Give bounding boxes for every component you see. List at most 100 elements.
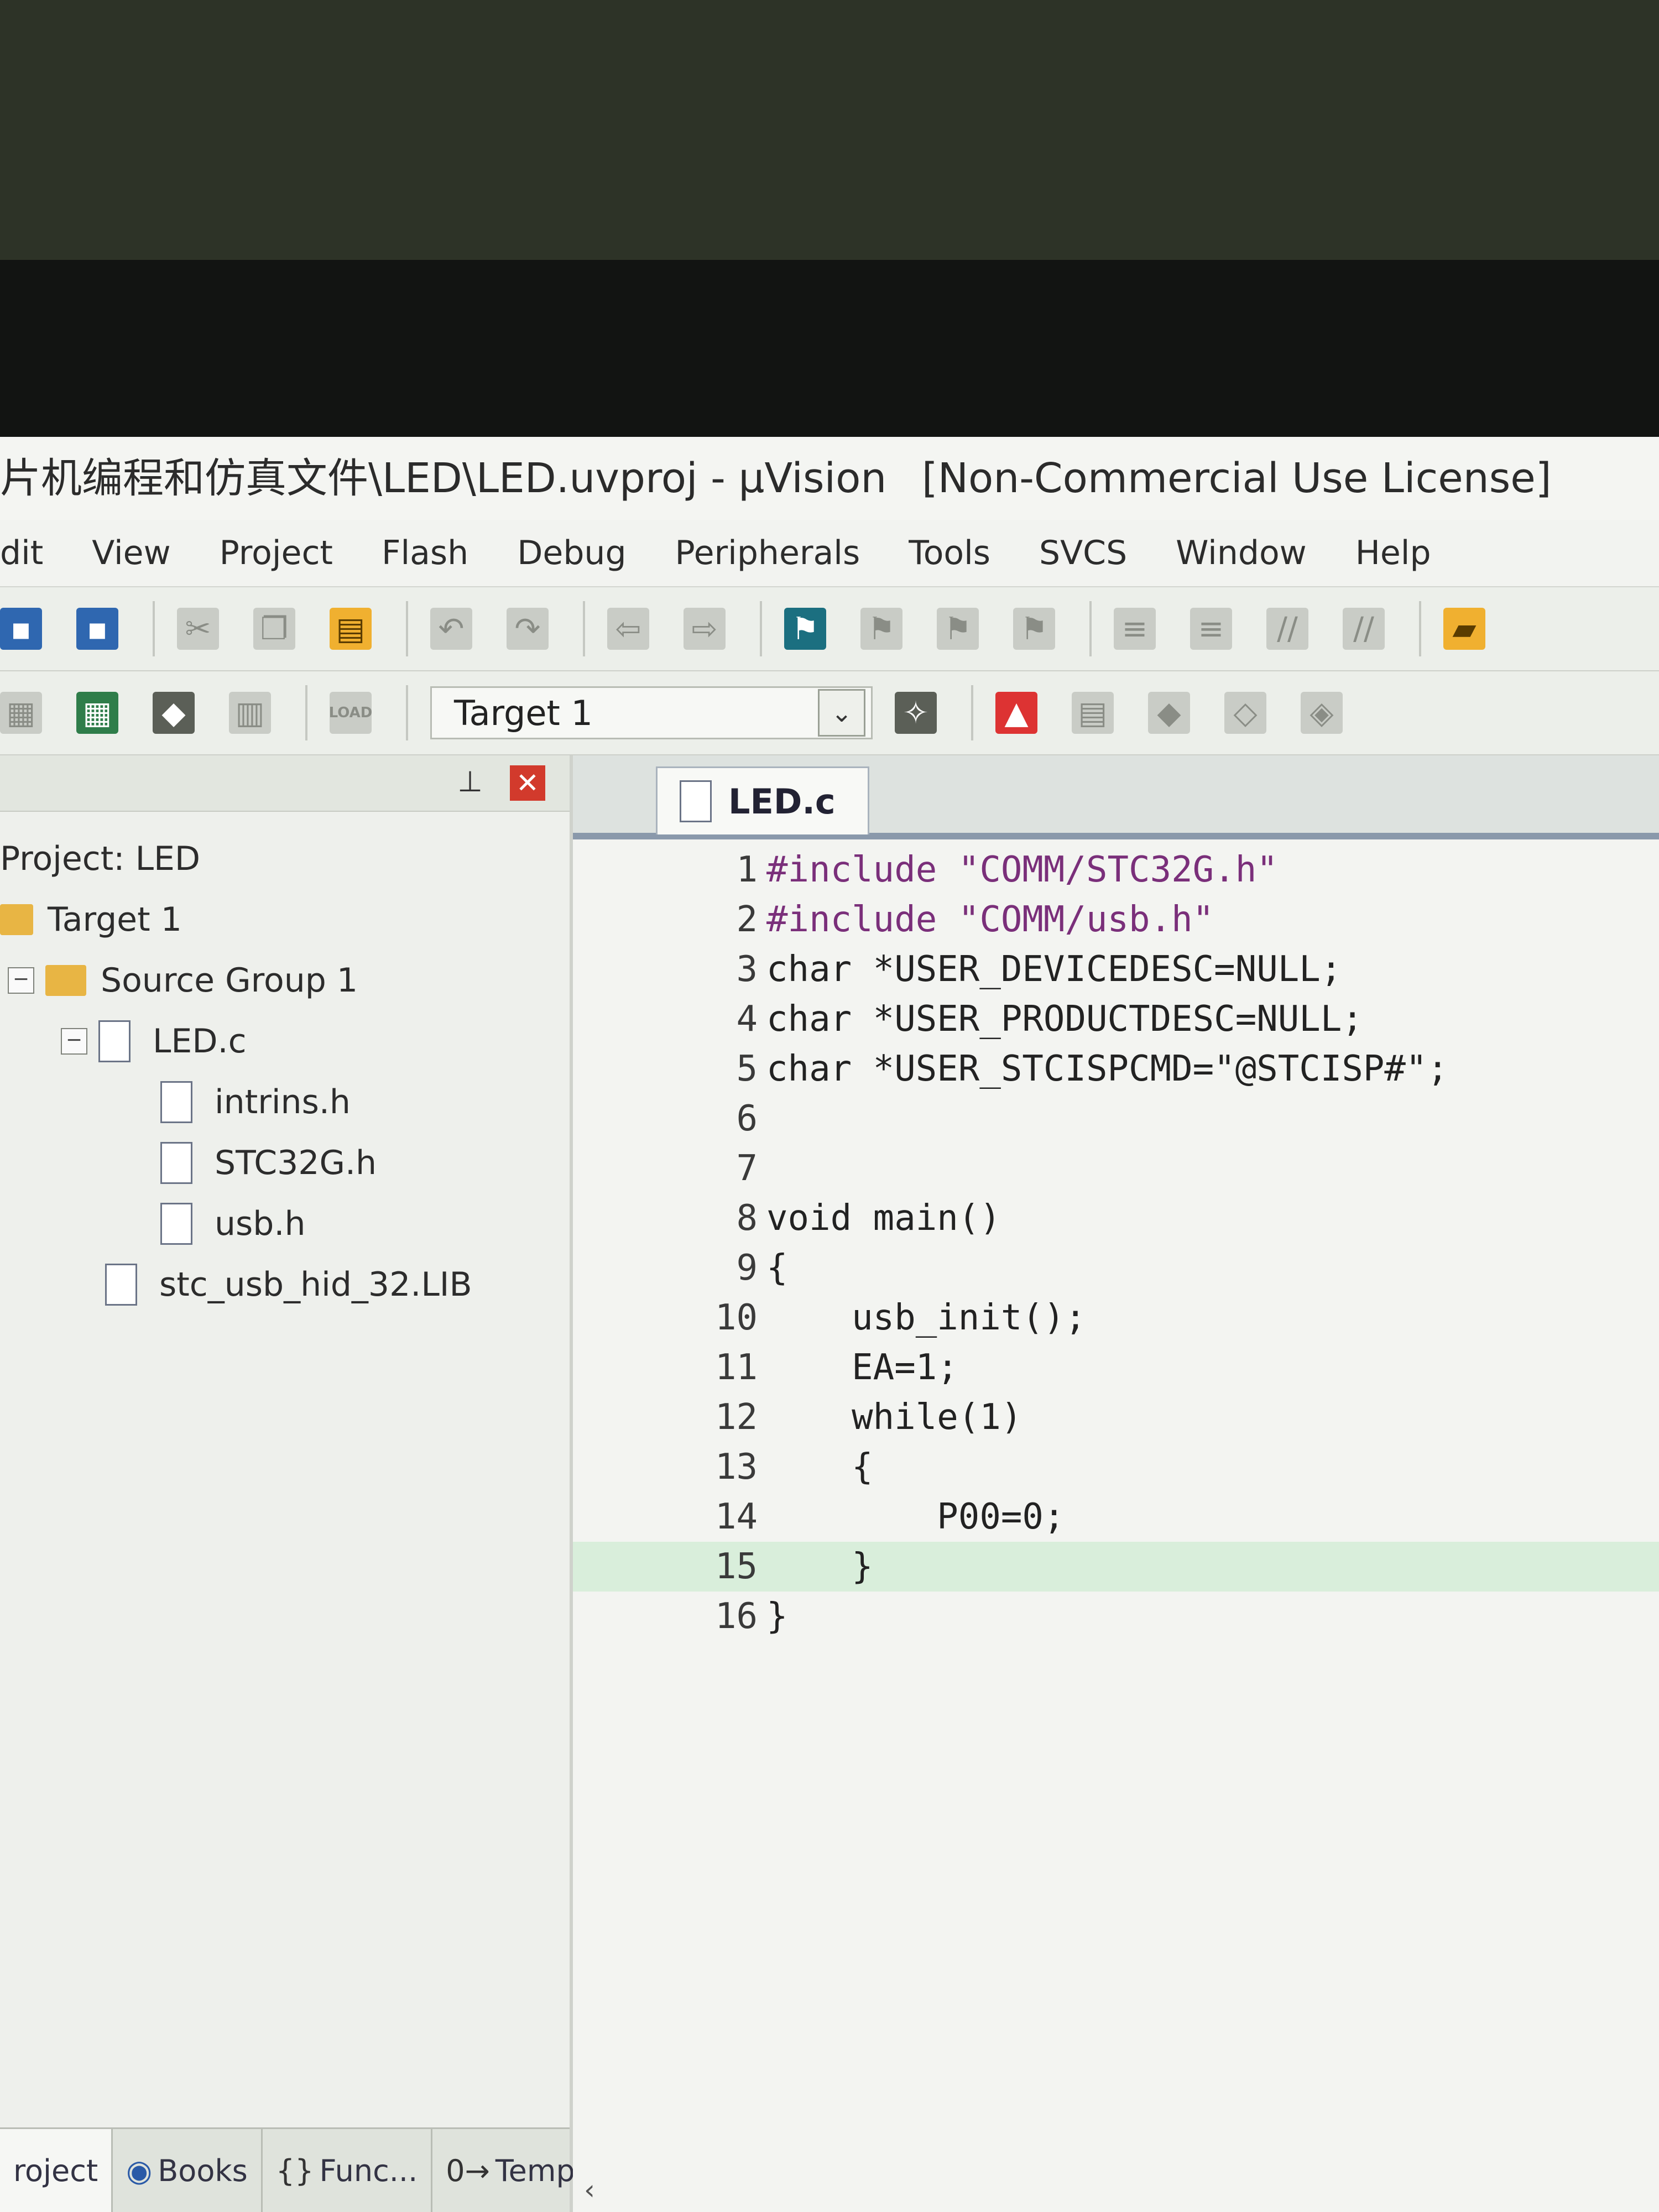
line-number: 2: [736, 899, 758, 940]
menu-edit[interactable]: dit: [0, 534, 43, 572]
line-number: 11: [714, 1347, 758, 1388]
code-line-current[interactable]: 15 }: [573, 1542, 1659, 1592]
build-icon[interactable]: ▦: [76, 692, 118, 734]
collapse-icon[interactable]: −: [8, 967, 34, 994]
source-group-label: Source Group 1: [101, 961, 358, 1000]
code-line[interactable]: 3 char *USER_DEVICEDESC=NULL;: [573, 945, 1659, 994]
tree-item-lib[interactable]: stc_usb_hid_32.LIB: [0, 1254, 570, 1315]
target-options-icon[interactable]: ✧: [895, 692, 937, 734]
indent-icon[interactable]: ≡: [1114, 608, 1156, 650]
collapse-icon[interactable]: −: [61, 1028, 87, 1055]
code-line[interactable]: 14 P00=0;: [573, 1492, 1659, 1542]
tree-item-include[interactable]: usb.h: [0, 1193, 570, 1254]
code-line[interactable]: 12 while(1): [573, 1392, 1659, 1442]
line-number: 9: [736, 1248, 758, 1288]
menu-window[interactable]: Window: [1176, 534, 1307, 572]
code-area[interactable]: 1 #include "COMM/STC32G.h" 2 #include "C…: [573, 839, 1659, 2212]
tree-item-led-c[interactable]: − LED.c: [0, 1011, 570, 1072]
unindent-icon[interactable]: ≡: [1190, 608, 1232, 650]
menu-svcs[interactable]: SVCS: [1039, 534, 1127, 572]
code-line[interactable]: 7: [573, 1144, 1659, 1193]
code-line[interactable]: 1 #include "COMM/STC32G.h": [573, 845, 1659, 895]
code-line[interactable]: 16 }: [573, 1592, 1659, 1641]
comment-icon[interactable]: //: [1266, 608, 1308, 650]
chevron-down-icon[interactable]: ⌄: [818, 689, 865, 737]
tab-functions-label: Func...: [319, 2153, 418, 2188]
target-folder-icon: [0, 904, 33, 935]
target-select[interactable]: Target 1 ⌄: [430, 686, 873, 739]
clear-bookmarks-icon[interactable]: ⚑: [1013, 608, 1055, 650]
tab-functions[interactable]: {} Func...: [263, 2129, 433, 2212]
menu-tools[interactable]: Tools: [909, 534, 990, 572]
code-line[interactable]: 4 char *USER_PRODUCTDESC=NULL;: [573, 994, 1659, 1044]
open-folder-icon[interactable]: ▰: [1443, 608, 1485, 650]
pack-installer-icon[interactable]: ◇: [1224, 692, 1266, 734]
copy-icon[interactable]: ❐: [253, 608, 295, 650]
code-line[interactable]: 8 void main(): [573, 1193, 1659, 1243]
tree-item-project[interactable]: Project: LED: [0, 828, 570, 889]
redo-icon[interactable]: ↷: [507, 608, 549, 650]
select-packs-icon[interactable]: ◆: [1148, 692, 1190, 734]
scroll-left-icon[interactable]: ‹: [573, 2168, 606, 2212]
manage-components-icon[interactable]: ▲: [995, 692, 1037, 734]
menu-peripherals[interactable]: Peripherals: [675, 534, 860, 572]
run-time-environment-icon[interactable]: ◈: [1301, 692, 1343, 734]
code-line[interactable]: 9 {: [573, 1243, 1659, 1293]
cut-icon[interactable]: ✂: [177, 608, 219, 650]
code-text: #include "COMM/STC32G.h": [766, 849, 1278, 890]
code-line[interactable]: 11 EA=1;: [573, 1343, 1659, 1392]
include-file-label: STC32G.h: [215, 1144, 377, 1182]
menu-bar: dit View Project Flash Debug Peripherals…: [0, 520, 1659, 587]
file-label-led-c: LED.c: [153, 1022, 247, 1061]
toolbar-separator: [305, 685, 307, 740]
next-bookmark-icon[interactable]: ⚑: [937, 608, 979, 650]
code-text: void main(): [766, 1198, 1001, 1239]
tree-item-include[interactable]: intrins.h: [0, 1072, 570, 1133]
menu-flash[interactable]: Flash: [382, 534, 468, 572]
undo-icon[interactable]: ↶: [430, 608, 472, 650]
code-line[interactable]: 13 {: [573, 1442, 1659, 1492]
pin-icon[interactable]: ⊥: [453, 765, 487, 799]
project-panel-tabs: roject ◉ Books {} Func... 0→ Temp...: [0, 2127, 619, 2212]
navigate-forward-icon[interactable]: ⇨: [684, 608, 726, 650]
toolbar-separator: [406, 685, 408, 740]
tab-project[interactable]: roject: [0, 2129, 113, 2212]
manage-project-items-icon[interactable]: ▤: [1072, 692, 1114, 734]
templates-icon: 0→: [446, 2153, 490, 2188]
tab-books[interactable]: ◉ Books: [113, 2129, 263, 2212]
navigate-back-icon[interactable]: ⇦: [607, 608, 649, 650]
close-icon[interactable]: ✕: [510, 765, 545, 801]
title-bar: 片机编程和仿真文件\LED\LED.uvproj - µVision [Non-…: [0, 437, 1659, 520]
tree-item-include[interactable]: STC32G.h: [0, 1133, 570, 1193]
toolbar-separator: [406, 601, 408, 656]
code-line[interactable]: 10 usb_init();: [573, 1293, 1659, 1343]
menu-debug[interactable]: Debug: [517, 534, 626, 572]
bookmark-icon[interactable]: ⚑: [784, 608, 826, 650]
tree-item-source-group[interactable]: − Source Group 1: [0, 950, 570, 1011]
editor-tab-led-c[interactable]: LED.c: [656, 766, 869, 834]
braces-icon: {}: [275, 2153, 314, 2188]
menu-project[interactable]: Project: [220, 534, 333, 572]
save-icon[interactable]: ▪: [0, 608, 42, 650]
save-all-icon[interactable]: ▪: [76, 608, 118, 650]
load-download-icon[interactable]: LOAD: [329, 692, 372, 734]
prev-bookmark-icon[interactable]: ⚑: [860, 608, 902, 650]
toolbar-separator: [760, 601, 762, 656]
uncomment-icon[interactable]: //: [1343, 608, 1385, 650]
menu-help[interactable]: Help: [1355, 534, 1431, 572]
menu-view[interactable]: View: [92, 534, 170, 572]
stop-build-icon[interactable]: ▥: [229, 692, 271, 734]
project-panel: ⊥ ✕ Project: LED Target 1 − Source Group…: [0, 755, 619, 2212]
translate-icon[interactable]: ▦: [0, 692, 42, 734]
code-text: }: [766, 1546, 873, 1587]
rebuild-icon[interactable]: ◆: [153, 692, 195, 734]
code-text: usb_init();: [766, 1297, 1086, 1338]
file-icon: [680, 780, 712, 822]
paste-icon[interactable]: ▤: [330, 608, 372, 650]
toolbar-separator: [971, 685, 973, 740]
folder-icon: [45, 965, 86, 996]
code-line[interactable]: 2 #include "COMM/usb.h": [573, 895, 1659, 945]
code-line[interactable]: 5 char *USER_STCISPCMD="@STCISP#";: [573, 1044, 1659, 1094]
tree-item-target[interactable]: Target 1: [0, 889, 570, 950]
code-line[interactable]: 6: [573, 1094, 1659, 1144]
